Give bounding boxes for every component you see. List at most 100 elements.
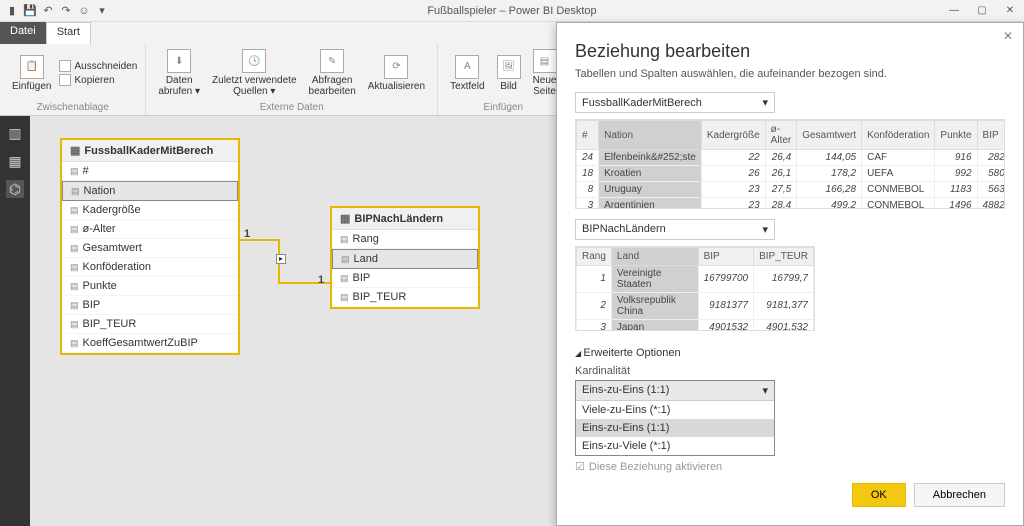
cardinality-option[interactable]: Eins-zu-Eins (1:1) xyxy=(576,419,774,437)
copy-button[interactable]: Kopieren xyxy=(59,74,137,86)
column-koeffgesamtwertzubip[interactable]: KoeffGesamtwertZuBIP xyxy=(62,334,238,353)
refresh-button[interactable]: ⟳Aktualisieren xyxy=(364,46,429,100)
cell: 178,2 xyxy=(797,166,862,182)
cell: 23 xyxy=(701,182,765,198)
table-bip[interactable]: BIPNachLändern RangLandBIPBIP_TEUR xyxy=(330,206,480,309)
cut-button[interactable]: Ausschneiden xyxy=(59,60,137,72)
col-header[interactable]: Rang xyxy=(577,247,612,265)
smile-icon[interactable]: ☺ xyxy=(76,3,92,19)
cell: 24 xyxy=(577,150,599,166)
cardinality-one-left: 1 xyxy=(244,228,250,240)
column-land[interactable]: Land xyxy=(332,249,478,269)
checkbox-icon[interactable]: ☑ xyxy=(575,460,585,473)
column-konföderation[interactable]: Konföderation xyxy=(62,258,238,277)
tab-file[interactable]: Datei xyxy=(0,22,46,44)
column-bip[interactable]: BIP xyxy=(62,296,238,315)
cardinality-option[interactable]: Viele-zu-Eins (*:1) xyxy=(576,401,774,419)
window-title: Fußballspieler – Power BI Desktop xyxy=(427,5,596,17)
column-nation[interactable]: Nation xyxy=(62,181,238,201)
dialog-title: Beziehung bearbeiten xyxy=(575,41,1005,62)
get-data-button[interactable]: ⬇Daten abrufen ▾ xyxy=(154,46,204,100)
table-header-bip[interactable]: BIPNachLändern xyxy=(332,208,478,230)
cell: 916 xyxy=(935,150,977,166)
tab-start[interactable]: Start xyxy=(46,22,91,44)
maximize-button[interactable]: ▢ xyxy=(968,5,996,16)
cell: 26 xyxy=(701,166,765,182)
edit-relationship-dialog: ✕ Beziehung bearbeiten Tabellen und Spal… xyxy=(556,22,1024,526)
preview-table1[interactable]: #NationKadergrößeø-AlterGesamtwertKonföd… xyxy=(575,119,1005,209)
column-#[interactable]: # xyxy=(62,162,238,181)
recent-sources-button[interactable]: 🕓Zuletzt verwendete Quellen ▾ xyxy=(208,46,301,100)
col-header[interactable]: Gesamtwert xyxy=(797,121,862,150)
ok-button[interactable]: OK xyxy=(852,483,906,507)
column-bip_teur[interactable]: BIP_TEUR xyxy=(62,315,238,334)
cell: 166,28 xyxy=(797,182,862,198)
textbox-button[interactable]: ATextfeld xyxy=(446,46,488,100)
data-view-icon[interactable]: ▦ xyxy=(6,152,24,170)
model-view-icon[interactable]: ⌬ xyxy=(6,180,24,198)
cell: Vereinigte Staaten xyxy=(611,265,698,292)
column-kadergröße[interactable]: Kadergröße xyxy=(62,201,238,220)
cell: 1 xyxy=(577,265,612,292)
activate-checkbox-row[interactable]: ☑Diese Beziehung aktivieren xyxy=(575,460,1005,473)
cell: Japan xyxy=(611,319,698,331)
col-header[interactable]: BIP xyxy=(698,247,754,265)
col-header[interactable]: Land xyxy=(611,247,698,265)
preview-table2[interactable]: RangLandBIPBIP_TEUR 1Vereinigte Staaten 16… xyxy=(575,246,815,331)
minimize-button[interactable]: — xyxy=(940,5,968,16)
report-view-icon[interactable]: ▥ xyxy=(6,124,24,142)
ribbon-group-data: ⬇Daten abrufen ▾ 🕓Zuletzt verwendete Que… xyxy=(146,44,438,115)
table-header-fussball[interactable]: FussballKaderMitBerech xyxy=(62,140,238,162)
cancel-button[interactable]: Abbrechen xyxy=(914,483,1005,507)
dialog-footer: OK Abbrechen xyxy=(575,473,1005,507)
cell: 488213 xyxy=(977,198,1005,209)
cell: Argentinien xyxy=(599,198,702,209)
column-gesamtwert[interactable]: Gesamtwert xyxy=(62,239,238,258)
column-bip[interactable]: BIP xyxy=(332,269,478,288)
cardinality-dropdown[interactable]: Eins-zu-Eins (1:1)▾ Viele-zu-Eins (*:1)E… xyxy=(575,380,775,456)
redo-icon[interactable]: ↷ xyxy=(58,3,74,19)
col-header[interactable]: BIP xyxy=(977,121,1005,150)
chevron-down-icon: ▾ xyxy=(762,96,768,109)
ribbon-group-insert: ATextfeld 🖼Bild ▤Neue Seite Einfügen xyxy=(438,44,569,115)
col-header[interactable]: Konföderation xyxy=(862,121,935,150)
column-bip_teur[interactable]: BIP_TEUR xyxy=(332,288,478,307)
cell: 26,1 xyxy=(765,166,797,182)
relationship-handle[interactable]: ▸ xyxy=(276,254,286,264)
cell: CAF xyxy=(862,150,935,166)
cell: 28,4 xyxy=(765,198,797,209)
table2-dropdown[interactable]: BIPNachLändern▾ xyxy=(575,219,775,240)
table-fussball[interactable]: FussballKaderMitBerech #NationKadergröße… xyxy=(60,138,240,355)
column-ø-alter[interactable]: ø-Alter xyxy=(62,220,238,239)
table1-dropdown[interactable]: FussballKaderMitBerech▾ xyxy=(575,92,775,113)
save-icon[interactable]: 💾 xyxy=(22,3,38,19)
cell: Elfenbeink&#252;ste xyxy=(599,150,702,166)
col-header[interactable]: Kadergröße xyxy=(701,121,765,150)
chevron-down-icon: ▾ xyxy=(762,223,768,236)
cell: 16799,7 xyxy=(754,265,814,292)
qat-dropdown-icon[interactable]: ▾ xyxy=(94,3,110,19)
col-header[interactable]: Nation xyxy=(599,121,702,150)
image-button[interactable]: 🖼Bild xyxy=(493,46,525,100)
column-punkte[interactable]: Punkte xyxy=(62,277,238,296)
cell: UEFA xyxy=(862,166,935,182)
column-rang[interactable]: Rang xyxy=(332,230,478,249)
col-header[interactable]: # xyxy=(577,121,599,150)
cell: 4901,532 xyxy=(754,319,814,331)
edit-queries-button[interactable]: ✎Abfragen bearbeiten xyxy=(305,46,360,100)
window-controls: — ▢ ✕ xyxy=(940,5,1024,16)
close-button[interactable]: ✕ xyxy=(996,5,1024,16)
undo-icon[interactable]: ↶ xyxy=(40,3,56,19)
cell: 1183 xyxy=(935,182,977,198)
advanced-options-expander[interactable]: Erweiterte Optionen xyxy=(575,347,1005,359)
cell: Uruguay xyxy=(599,182,702,198)
col-header[interactable]: BIP_TEUR xyxy=(754,247,814,265)
cardinality-option[interactable]: Eins-zu-Viele (*:1) xyxy=(576,437,774,455)
cardinality-selected[interactable]: Eins-zu-Eins (1:1)▾ xyxy=(576,381,774,400)
cell: 499,2 xyxy=(797,198,862,209)
col-header[interactable]: Punkte xyxy=(935,121,977,150)
title-bar: ▮ 💾 ↶ ↷ ☺ ▾ Fußballspieler – Power BI De… xyxy=(0,0,1024,22)
col-header[interactable]: ø-Alter xyxy=(765,121,797,150)
dialog-close-icon[interactable]: ✕ xyxy=(1003,29,1013,43)
paste-button[interactable]: 📋Einfügen xyxy=(8,46,55,100)
